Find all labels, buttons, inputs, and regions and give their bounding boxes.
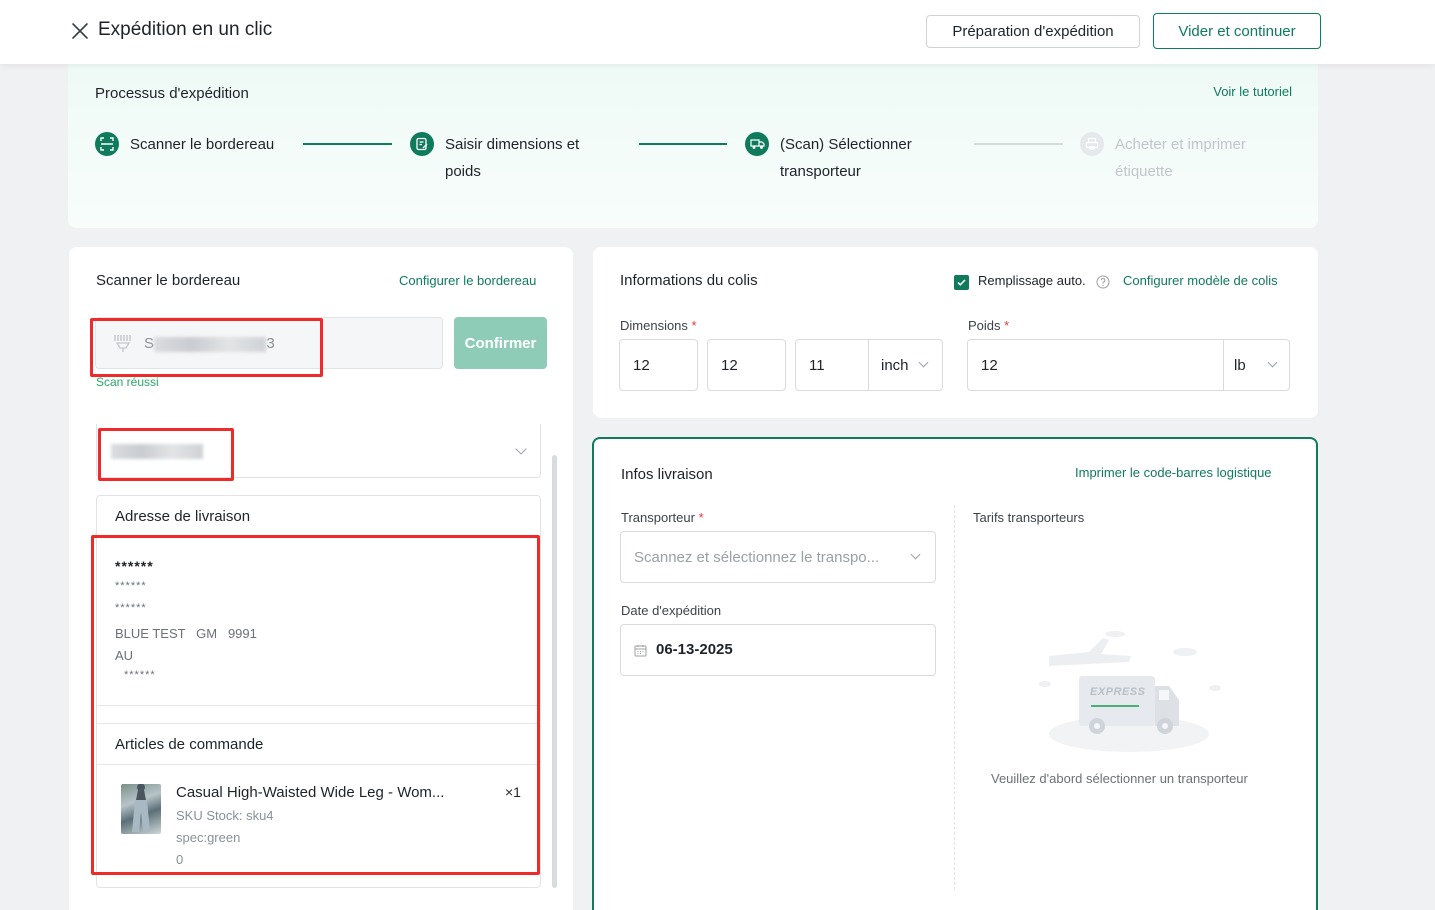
carrier-placeholder: Scannez et sélectionnez le transpo...: [634, 549, 880, 566]
scrollbar[interactable]: [552, 455, 557, 888]
shipping-preparation-button[interactable]: Préparation d'expédition: [926, 15, 1140, 48]
edit-form-icon: [410, 132, 434, 156]
carrier-label: Transporteur *: [621, 510, 704, 525]
top-header: Expédition en un clic Préparation d'expé…: [0, 0, 1435, 64]
step-label: Scanner le bordereau: [130, 136, 275, 153]
empty-state-message: Veuillez d'abord sélectionner un transpo…: [991, 771, 1248, 786]
weight-group: 12 lb: [967, 339, 1290, 391]
chevron-down-icon: [515, 443, 527, 455]
weight-unit-value: lb: [1234, 357, 1246, 374]
shipping-date-value: 06-13-2025: [656, 641, 733, 658]
shipping-address-heading: Adresse de livraison: [115, 508, 251, 525]
divider: [97, 723, 540, 724]
order-items-heading: Articles de commande: [115, 736, 264, 753]
chevron-down-icon: [918, 357, 929, 368]
process-title: Processus d'expédition: [95, 85, 249, 102]
width-value: 12: [721, 357, 738, 374]
shipping-date-picker[interactable]: 06-13-2025: [620, 624, 936, 676]
tutorial-link[interactable]: Voir le tutoriel: [1213, 84, 1292, 99]
address-line: ******: [115, 580, 147, 592]
step-connector: [639, 143, 727, 145]
shipping-process-card: Processus d'expédition Voir le tutoriel …: [68, 64, 1318, 228]
carrier-rates-label: Tarifs transporteurs: [973, 510, 1085, 525]
auto-fill-label: Remplissage auto.: [978, 273, 1086, 288]
scan-value-start: S: [144, 335, 155, 352]
required-mark: *: [691, 318, 697, 333]
recipient-name: ******: [115, 558, 154, 574]
width-input[interactable]: 12: [707, 339, 786, 391]
step-dimensions-weight: Saisir dimensions et poids: [410, 131, 605, 185]
step-connector: [303, 143, 392, 145]
auto-fill-checkbox[interactable]: [954, 275, 969, 290]
scan-input[interactable]: S3: [95, 317, 443, 369]
step-label: Acheter et imprimer étiquette: [1115, 136, 1246, 180]
print-logistics-barcode-link[interactable]: Imprimer le code-barres logistique: [1075, 465, 1272, 480]
blurred-order-number: [111, 444, 203, 459]
calendar-icon: [634, 645, 647, 657]
order-select[interactable]: [96, 424, 541, 478]
step-buy-print-label: Acheter et imprimer étiquette: [1080, 131, 1275, 185]
length-input[interactable]: 12: [619, 339, 698, 391]
product-spec: spec:green: [176, 830, 241, 845]
dimensions-label: Dimensions *: [620, 318, 697, 333]
blurred-tracking-number: [154, 336, 267, 352]
product-sku: SKU Stock: sku4: [176, 808, 274, 823]
printer-icon: [1080, 132, 1104, 156]
step-connector: [974, 143, 1063, 145]
shipping-panel-title: Infos livraison: [621, 466, 713, 483]
address-line: ******: [115, 602, 147, 614]
address-line: ******: [124, 669, 156, 681]
express-badge: EXPRESS: [1090, 686, 1146, 698]
chevron-down-icon: [1267, 357, 1278, 368]
product-name: Casual High-Waisted Wide Leg - Wom...: [176, 784, 445, 801]
product-quantity: ×1: [505, 784, 521, 800]
parcel-panel-title: Informations du colis: [620, 272, 758, 289]
address-country: AU: [115, 648, 134, 663]
truck-icon: [745, 132, 769, 156]
divider: [97, 705, 540, 706]
scan-icon: [95, 132, 119, 156]
product-extra-value: 0: [176, 852, 184, 867]
scan-input-value: S3: [144, 335, 275, 352]
step-select-carrier: (Scan) Sélectionner transporteur: [745, 131, 940, 185]
carrier-select[interactable]: Scannez et sélectionnez le transpo...: [620, 531, 936, 583]
page-title: Expédition en un clic: [98, 19, 273, 40]
close-icon[interactable]: [70, 21, 90, 41]
checkmark-icon: [957, 279, 966, 286]
height-value[interactable]: 11: [809, 357, 825, 374]
weight-value[interactable]: 12: [981, 357, 998, 374]
dimension-unit-select[interactable]: inch: [869, 340, 943, 390]
scan-value-end: 3: [266, 335, 275, 352]
step-scan-slip: Scanner le bordereau: [95, 131, 274, 158]
weight-unit-select[interactable]: lb: [1224, 340, 1290, 390]
help-icon[interactable]: [1096, 275, 1110, 289]
step-label: (Scan) Sélectionner transporteur: [780, 136, 912, 180]
confirm-button[interactable]: Confirmer: [454, 317, 547, 369]
required-mark: *: [698, 510, 704, 525]
order-details-box: Adresse de livraison ****** ****** *****…: [96, 495, 541, 888]
scan-success-status: Scan réussi: [96, 375, 159, 389]
shipping-date-label: Date d'expédition: [621, 603, 722, 618]
dimension-unit-value: inch: [881, 357, 909, 374]
required-mark: *: [1004, 318, 1010, 333]
address-line: BLUE TEST GM 9991: [115, 626, 257, 641]
clear-and-continue-button[interactable]: Vider et continuer: [1153, 13, 1321, 49]
product-thumbnail: [121, 784, 161, 834]
divider: [954, 505, 955, 890]
divider: [97, 764, 540, 765]
chevron-down-icon: [910, 549, 921, 560]
length-value: 12: [633, 357, 650, 374]
scan-panel-title: Scanner le bordereau: [96, 272, 241, 289]
dimensions-group: 11 inch: [795, 339, 943, 391]
configure-parcel-template-link[interactable]: Configurer modèle de colis: [1123, 273, 1278, 288]
weight-label: Poids *: [968, 318, 1010, 333]
configure-slip-link[interactable]: Configurer le bordereau: [399, 273, 536, 288]
divider: [97, 537, 540, 538]
barcode-scan-icon: [114, 335, 131, 352]
step-label: Saisir dimensions et poids: [445, 136, 580, 180]
